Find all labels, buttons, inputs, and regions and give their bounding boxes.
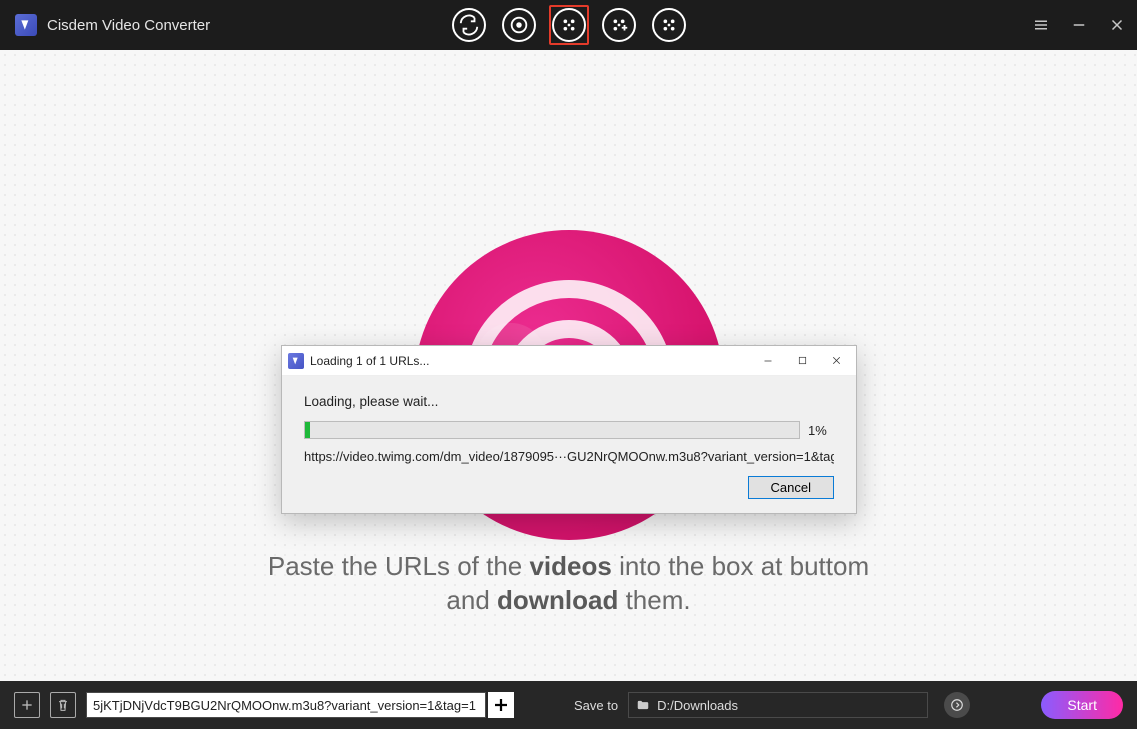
instruction-text: Paste the URLs of the videos into the bo… (0, 550, 1137, 618)
app-title: Cisdem Video Converter (47, 17, 210, 34)
dialog-minimize-button[interactable] (760, 353, 776, 369)
close-button[interactable] (1107, 15, 1127, 35)
dialog-app-icon (288, 353, 304, 369)
app-logo-icon (15, 14, 37, 36)
minimize-button[interactable] (1069, 15, 1089, 35)
tab-download-plus[interactable] (602, 8, 636, 42)
save-to-path: D:/Downloads (657, 698, 738, 713)
tab-edit[interactable] (652, 8, 686, 42)
url-input-group (86, 692, 514, 718)
progress-bar (304, 421, 800, 439)
instruction-part: Paste the URLs of the (268, 551, 530, 581)
dialog-body: Loading, please wait... 1% https://video… (282, 376, 856, 513)
progress-percent-label: 1% (808, 423, 834, 438)
app-window: { "app": { "title": "Cisdem Video Conver… (0, 0, 1137, 729)
add-file-button[interactable] (14, 692, 40, 718)
window-controls (1031, 15, 1127, 35)
instruction-part: them. (618, 585, 690, 615)
save-to-label: Save to (574, 698, 618, 713)
cancel-button[interactable]: Cancel (748, 476, 834, 499)
dialog-title: Loading 1 of 1 URLs... (310, 354, 760, 368)
folder-icon (635, 698, 651, 712)
dialog-close-button[interactable] (828, 353, 844, 369)
loading-status-text: Loading, please wait... (304, 394, 834, 409)
delete-button[interactable] (50, 692, 76, 718)
tab-rip[interactable] (502, 8, 536, 42)
instruction-part: into the box at buttom (612, 551, 869, 581)
loading-dialog: Loading 1 of 1 URLs... Loading, please w… (281, 345, 857, 514)
progress-fill (305, 422, 310, 438)
instruction-bold-download: download (497, 585, 618, 615)
instruction-part: and (446, 585, 497, 615)
mode-tabs (452, 8, 686, 42)
tab-convert[interactable] (452, 8, 486, 42)
progress-row: 1% (304, 421, 834, 439)
title-bar: Cisdem Video Converter (0, 0, 1137, 50)
loading-url-text: https://video.twimg.com/dm_video/1879095… (304, 449, 834, 464)
start-button[interactable]: Start (1041, 691, 1123, 719)
bottom-toolbar: Save to D:/Downloads Start (0, 681, 1137, 729)
menu-button[interactable] (1031, 15, 1051, 35)
dialog-titlebar: Loading 1 of 1 URLs... (282, 346, 856, 376)
save-to-field[interactable]: D:/Downloads (628, 692, 928, 718)
main-area: Paste the URLs of the videos into the bo… (0, 50, 1137, 681)
tab-download[interactable] (552, 8, 586, 42)
dialog-maximize-button[interactable] (794, 353, 810, 369)
open-folder-button[interactable] (944, 692, 970, 718)
add-url-button[interactable] (488, 692, 514, 718)
url-input[interactable] (86, 692, 486, 718)
instruction-bold-videos: videos (529, 551, 611, 581)
